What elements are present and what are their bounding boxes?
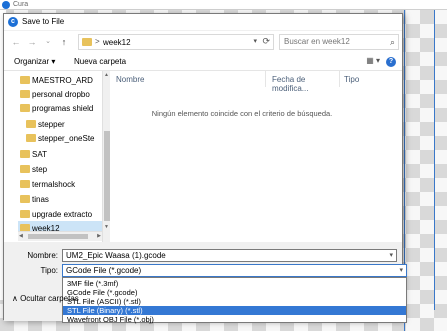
file-name-input[interactable] (66, 251, 366, 260)
column-header-name[interactable]: Nombre (116, 71, 266, 87)
command-bar: Organizar ▾ Nueva carpeta ▦ ▾? (4, 53, 402, 71)
search-input[interactable] (284, 37, 384, 46)
scroll-thumb[interactable] (104, 131, 110, 221)
file-type-options: 3MF file (*.3mf) GCode File (*.gcode) ST… (62, 277, 407, 324)
view-options: ▦ ▾? (366, 56, 396, 67)
file-type-selected: GCode File (*.gcode) (66, 266, 142, 275)
file-type-option-selected[interactable]: STL File (Binary) (*.stl) (63, 306, 406, 315)
dialog-title: Save to File (22, 17, 65, 26)
file-name-field[interactable]: ▾ (62, 249, 397, 262)
tree-horizontal-scrollbar[interactable]: ◀ ▶ (18, 231, 102, 241)
tree-item-selected[interactable]: week12 (18, 221, 110, 231)
tree-item[interactable]: step (18, 162, 110, 176)
build-volume-edge-right (434, 10, 435, 310)
folder-icon (20, 150, 30, 158)
browser-body: MAESTRO_ARD personal dropbo programas sh… (4, 71, 402, 242)
folder-icon (26, 120, 36, 128)
file-type-option[interactable]: Wavefront OBJ File (*.obj) (63, 315, 406, 324)
tree-item-label: programas shield (32, 104, 94, 113)
folder-icon (20, 165, 30, 173)
view-mode-icon[interactable]: ▦ ▾ (366, 56, 380, 65)
scroll-thumb[interactable] (28, 234, 88, 239)
search-box[interactable]: ⌕ (279, 34, 399, 50)
file-name-label: Nombre: (27, 251, 58, 260)
tree-item[interactable]: tinas (18, 192, 110, 206)
breadcrumb-current[interactable]: week12 (103, 38, 131, 47)
tree-item[interactable]: upgrade extracto (18, 207, 110, 221)
search-icon: ⌕ (389, 37, 395, 47)
recent-locations-chevron-icon[interactable]: ⌄ (42, 36, 54, 48)
tree-vertical-scrollbar[interactable]: ▲ ▼ (102, 71, 110, 242)
column-header-date[interactable]: Fecha de modifica... (272, 71, 340, 93)
up-folder-arrow-icon[interactable]: ↑ (58, 36, 70, 48)
dialog-titlebar[interactable]: c Save to File (4, 14, 402, 30)
save-to-file-dialog: c Save to File ← → ⌄ ↑ > week12 ▾ ⟳ ⌕ Or… (3, 13, 407, 324)
tree-item-label: termalshock (32, 180, 76, 189)
folder-tree: MAESTRO_ARD personal dropbo programas sh… (18, 71, 110, 231)
file-type-option[interactable]: STL File (ASCII) (*.stl) (63, 297, 406, 306)
folder-icon (20, 210, 30, 218)
tree-item[interactable]: programas shield (18, 101, 110, 115)
empty-message: Ningún elemento coincide con el criterio… (151, 109, 333, 118)
column-header-type[interactable]: Tipo (344, 71, 374, 87)
forward-arrow-icon[interactable]: → (26, 36, 38, 48)
file-type-option[interactable]: 3MF file (*.3mf) (63, 279, 406, 288)
tree-item-label: personal dropbo (32, 90, 90, 99)
tree-item[interactable]: stepper (24, 117, 110, 131)
folder-icon (20, 180, 30, 188)
cura-logo-icon (2, 1, 10, 9)
tree-item-label: upgrade extracto (32, 210, 93, 219)
new-folder-button[interactable]: Nueva carpeta (74, 57, 126, 66)
back-arrow-icon[interactable]: ← (10, 36, 22, 48)
save-options: Nombre: ▾ Tipo: GCode File (*.gcode) ▾ 3… (4, 242, 407, 324)
name-dropdown-chevron-icon[interactable]: ▾ (389, 251, 393, 259)
breadcrumb-separator: > (95, 37, 100, 46)
file-type-select[interactable]: GCode File (*.gcode) ▾ (62, 264, 407, 277)
tree-item-label: tinas (32, 195, 49, 204)
organize-button[interactable]: Organizar ▾ (14, 57, 55, 66)
folder-icon (20, 76, 30, 84)
folder-icon (20, 224, 30, 231)
scroll-left-icon[interactable]: ◀ (19, 233, 23, 239)
tree-item-label: week12 (32, 224, 60, 231)
scroll-up-icon[interactable]: ▲ (104, 72, 109, 78)
address-bar[interactable]: > week12 ▾ ⟳ (78, 34, 274, 50)
help-icon[interactable]: ? (386, 57, 396, 67)
file-list: Nombre Fecha de modifica... Tipo Ningún … (112, 71, 404, 242)
file-type-option[interactable]: GCode File (*.gcode) (63, 288, 406, 297)
refresh-icon[interactable]: ⟳ (262, 36, 270, 47)
folder-icon (20, 104, 30, 112)
tree-item[interactable]: SAT (18, 147, 110, 161)
tree-item-label: SAT (32, 150, 47, 159)
tree-item-label: MAESTRO_ARD (32, 76, 93, 85)
scroll-right-icon[interactable]: ▶ (97, 233, 101, 239)
tree-item-label: stepper (38, 120, 65, 129)
tree-item-label: step (32, 165, 48, 174)
address-dropdown-chevron-icon[interactable]: ▾ (253, 37, 257, 45)
tree-item[interactable]: MAESTRO_ARD (18, 73, 110, 87)
folder-icon (20, 90, 30, 98)
tree-item-label: stepper_oneSte (38, 134, 95, 143)
cura-titlebar: Cura (0, 0, 447, 10)
folder-icon (82, 38, 92, 46)
chevron-down-icon[interactable]: ▾ (399, 266, 403, 274)
hide-folders-button[interactable]: ∧ Ocultar carpetas (12, 294, 79, 303)
scroll-down-icon[interactable]: ▼ (104, 224, 109, 230)
folder-icon (26, 134, 36, 142)
tree-item[interactable]: stepper_oneSte (24, 131, 110, 145)
tree-item[interactable]: personal dropbo (18, 87, 110, 101)
navigation-bar: ← → ⌄ ↑ > week12 ▾ ⟳ ⌕ (4, 31, 402, 53)
file-type-label: Tipo: (40, 266, 59, 275)
cura-app-icon: c (8, 17, 18, 27)
tree-item[interactable]: termalshock (18, 177, 110, 191)
folder-icon (20, 195, 30, 203)
cura-title: Cura (13, 1, 29, 8)
